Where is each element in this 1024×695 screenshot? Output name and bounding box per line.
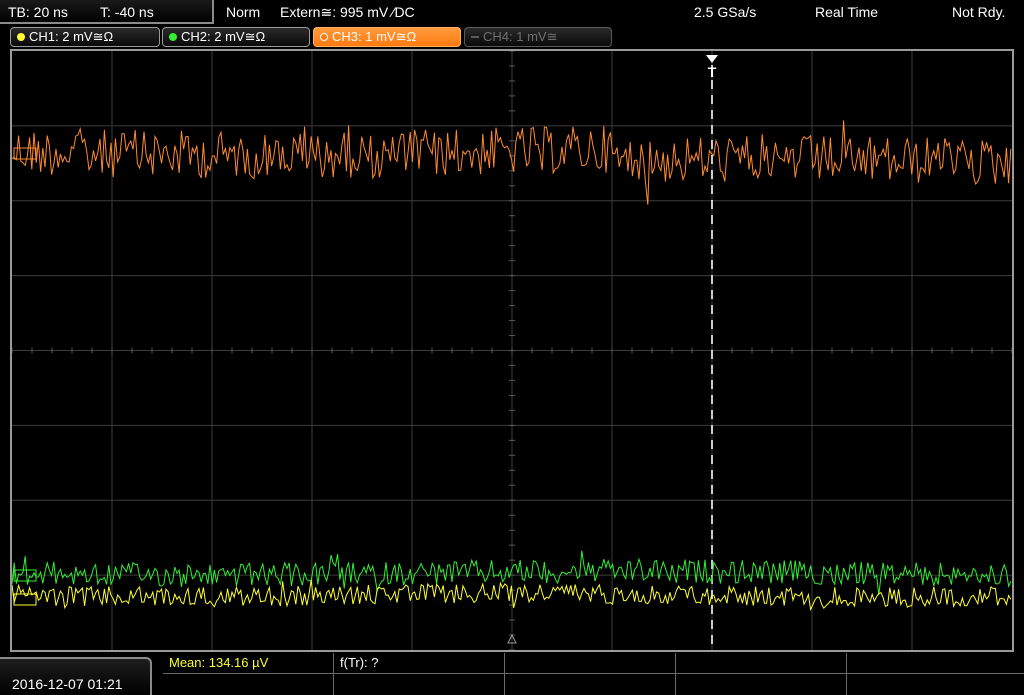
waveform-display[interactable]: T [10, 49, 1014, 652]
measurement-panel: Mean: 134.16 µV f(Tr): ? [163, 653, 1024, 695]
datetime-label: 2016-12-07 01:21 [12, 676, 123, 692]
tab-channel-1[interactable]: CH1: 2 mV≅Ω [10, 27, 160, 47]
channel-1-label: CH1: 2 mV≅Ω [29, 29, 114, 44]
sample-rate-label: 2.5 GSa/s [694, 4, 757, 20]
channel-2-dot-icon [169, 33, 177, 41]
trigger-time-label: T: -40 ns [100, 4, 154, 20]
acquisition-mode-label[interactable]: Real Time [815, 4, 878, 20]
trigger-arrow-icon [706, 55, 718, 63]
measurement-cell-empty-2[interactable] [676, 653, 847, 674]
channel-1-dot-icon [17, 33, 25, 41]
channel-3-label: CH3: 1 mV≅Ω [332, 29, 417, 44]
ftr-measurement: f(Tr): ? [340, 655, 379, 670]
measurement-cell-empty-4[interactable] [163, 674, 334, 695]
status-label: Not Rdy. [952, 4, 1006, 20]
channel-3-waveform [12, 120, 1012, 205]
datetime-panel: 2016-12-07 01:21 [0, 657, 152, 695]
channel-2-label: CH2: 2 mV≅Ω [181, 29, 266, 44]
waveform-canvas: T [12, 51, 1012, 650]
trigger-mode-label[interactable]: Norm [226, 4, 260, 20]
timebase-label: TB: 20 ns [8, 4, 68, 20]
measurement-cell-empty-3[interactable] [847, 653, 1024, 674]
measurement-cell-mean[interactable]: Mean: 134.16 µV [163, 653, 334, 674]
trigger-source-label[interactable]: Extern≅: 995 mV ∕DC [280, 4, 415, 20]
measurement-cell-empty-7[interactable] [676, 674, 847, 695]
tab-channel-3[interactable]: CH3: 1 mV≅Ω [313, 27, 461, 47]
timebase-panel[interactable]: TB: 20 ns T: -40 ns [0, 0, 214, 24]
channel-4-off-icon [471, 36, 479, 38]
measurement-cell-empty-1[interactable] [505, 653, 676, 674]
measurement-cell-ftr[interactable]: f(Tr): ? [334, 653, 505, 674]
mean-measurement: Mean: 134.16 µV [169, 655, 269, 670]
top-status-bar: TB: 20 ns T: -40 ns Norm Extern≅: 995 mV… [0, 0, 1024, 24]
trigger-marker-label: T [708, 64, 717, 80]
tab-channel-4[interactable]: CH4: 1 mV≅ [464, 27, 612, 47]
tab-channel-2[interactable]: CH2: 2 mV≅Ω [162, 27, 310, 47]
channel-3-dot-icon [320, 33, 328, 41]
measurement-cell-empty-6[interactable] [505, 674, 676, 695]
channel-4-label: CH4: 1 mV≅ [483, 29, 558, 44]
measurement-cell-empty-5[interactable] [334, 674, 505, 695]
